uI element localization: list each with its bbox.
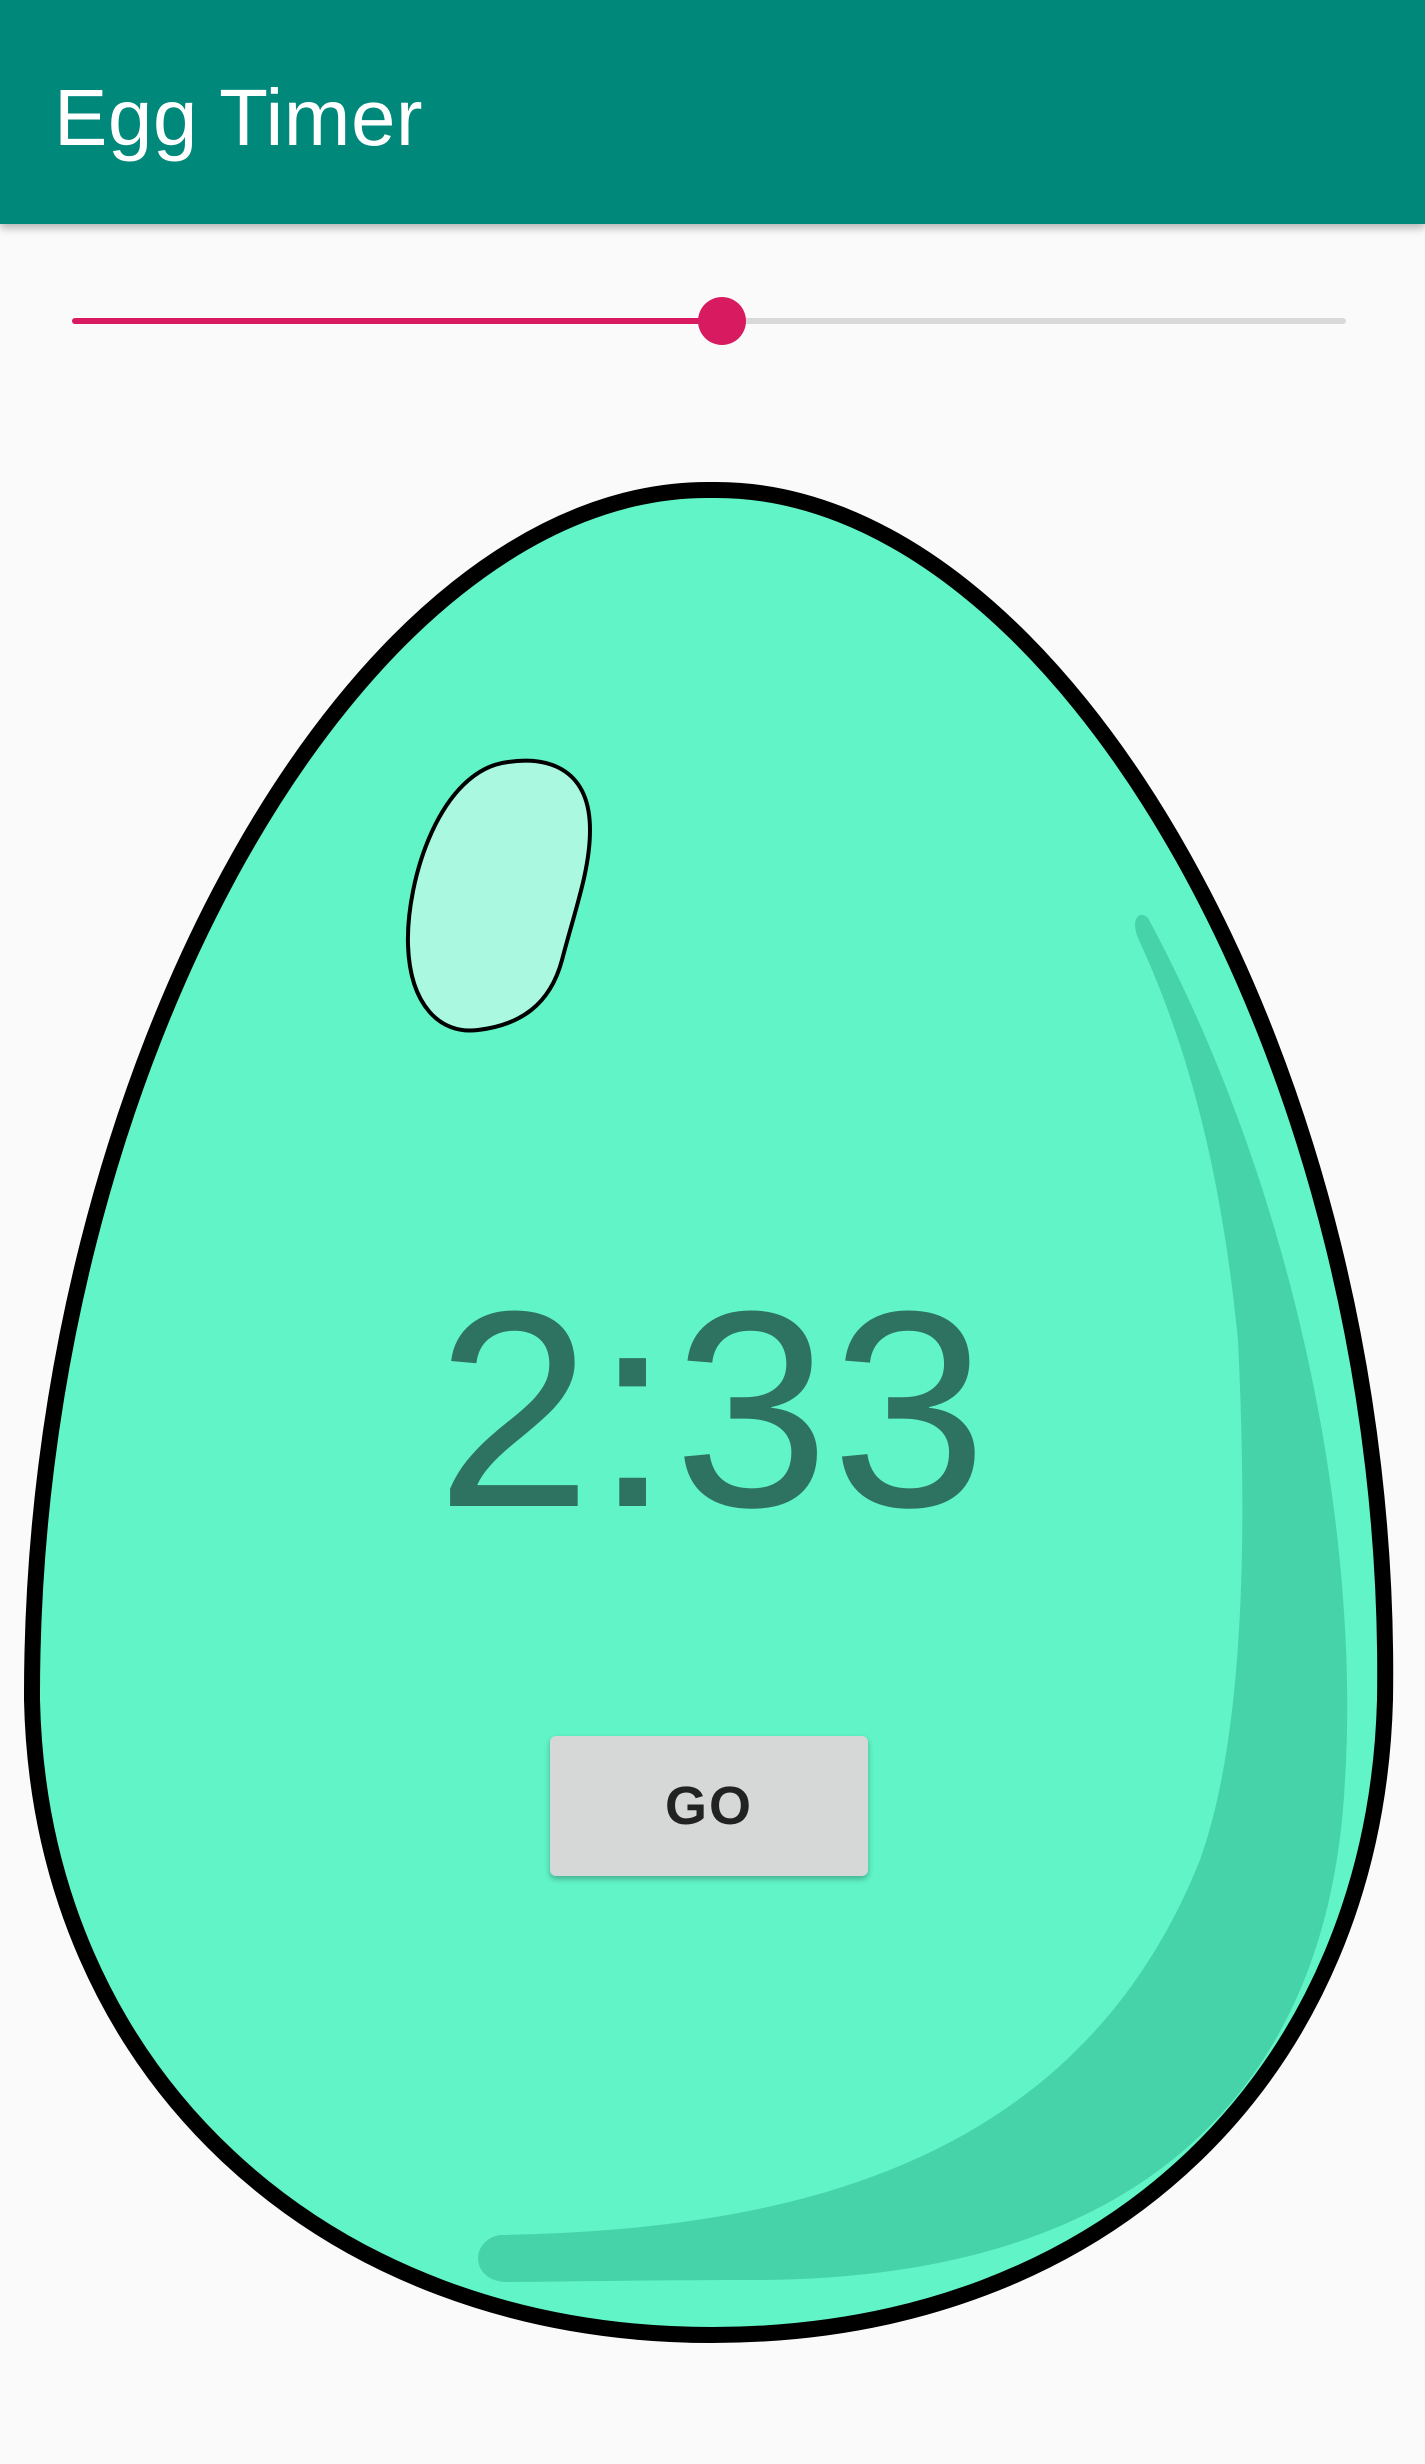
go-button[interactable]: GO — [550, 1736, 868, 1876]
app-bar: Egg Timer — [0, 0, 1425, 224]
slider-thumb[interactable] — [697, 297, 746, 345]
time-slider[interactable] — [72, 290, 1346, 350]
app-title: Egg Timer — [54, 73, 424, 162]
slider-active-track — [72, 318, 722, 324]
timer-display: 2:33 — [436, 1254, 989, 1566]
